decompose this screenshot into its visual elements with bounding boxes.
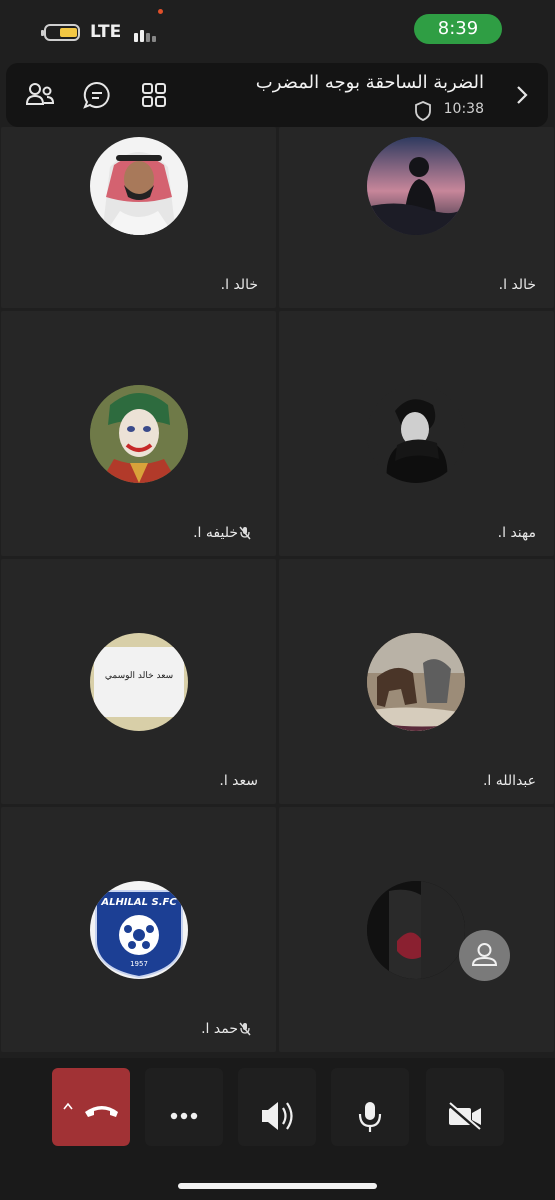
chevron-right-icon[interactable] <box>510 83 534 107</box>
participant-avatar <box>367 385 465 483</box>
hang-up-icon <box>85 1106 118 1117</box>
participant-tile[interactable] <box>279 807 554 1052</box>
meeting-header: الضربة الساحقة بوجه المضرب 10:38 <box>6 63 548 127</box>
more-options-button[interactable] <box>145 1068 223 1146</box>
speaker-button[interactable] <box>238 1068 316 1146</box>
participant-tile[interactable]: عبدالله ا. <box>279 559 554 804</box>
mic-off-icon <box>239 1022 251 1036</box>
grid-view-icon[interactable] <box>138 79 170 111</box>
clock: 8:39 <box>414 14 502 44</box>
participant-avatar <box>367 633 465 731</box>
participant-name: سعد ا. <box>219 773 258 789</box>
more-icon <box>170 1112 198 1120</box>
speaker-icon <box>262 1102 293 1130</box>
battery-icon <box>41 24 80 41</box>
participant-name: عبدالله ا. <box>482 773 536 789</box>
avatar-name-card-text: سعد خالد الوسمي <box>104 671 174 681</box>
participant-avatar <box>367 881 465 979</box>
participant-name: خليفه ا. <box>193 525 238 541</box>
signal-icon <box>134 26 158 42</box>
participant-name: خالد ا. <box>220 277 258 293</box>
shield-icon <box>415 101 431 121</box>
participant-tile[interactable]: خليفه ا. <box>1 311 276 556</box>
meeting-title: الضربة الساحقة بوجه المضرب <box>255 72 484 93</box>
participant-name-row: خليفه ا. <box>193 525 258 541</box>
call-controls-bar <box>0 1058 555 1200</box>
microphone-button[interactable] <box>331 1068 409 1146</box>
participant-tile[interactable]: سعد خالد الوسمي سعد ا. <box>1 559 276 804</box>
camera-off-button[interactable] <box>426 1068 504 1146</box>
participant-tile[interactable]: خالد ا. <box>279 127 554 308</box>
person-icon <box>471 943 498 966</box>
people-icon[interactable] <box>24 79 56 111</box>
club-logo-year: 1957 <box>130 960 148 968</box>
participant-avatar <box>90 137 188 235</box>
meeting-elapsed-time: 10:38 <box>443 101 484 117</box>
participant-name: حمد ا. <box>201 1021 238 1037</box>
participant-tile[interactable]: مهند ا. <box>279 311 554 556</box>
end-call-button[interactable] <box>52 1068 130 1146</box>
participant-avatar: ALHILAL S.FC 1957 <box>90 881 188 979</box>
participant-name: مهند ا. <box>497 525 536 541</box>
participant-avatar <box>90 385 188 483</box>
mic-off-icon <box>239 526 251 540</box>
privacy-indicator-icon <box>158 9 163 14</box>
participant-name-row: حمد ا. <box>201 1021 258 1037</box>
status-bar: LTE 8:39 <box>0 0 555 60</box>
self-view-button[interactable] <box>459 930 510 981</box>
club-logo-text: ALHILAL S.FC <box>101 897 177 908</box>
participant-name: خالد ا. <box>498 277 536 293</box>
chevron-up-icon <box>63 1102 73 1110</box>
network-label: LTE <box>90 22 122 42</box>
chat-icon[interactable] <box>81 79 113 111</box>
home-indicator[interactable] <box>178 1183 377 1189</box>
participant-avatar: سعد خالد الوسمي <box>90 633 188 731</box>
participant-tile[interactable]: خالد ا. <box>1 127 276 308</box>
microphone-icon <box>358 1102 382 1132</box>
participant-tile[interactable]: ALHILAL S.FC 1957 حمد ا. <box>1 807 276 1052</box>
participant-avatar <box>367 137 465 235</box>
camera-off-icon <box>447 1102 481 1132</box>
